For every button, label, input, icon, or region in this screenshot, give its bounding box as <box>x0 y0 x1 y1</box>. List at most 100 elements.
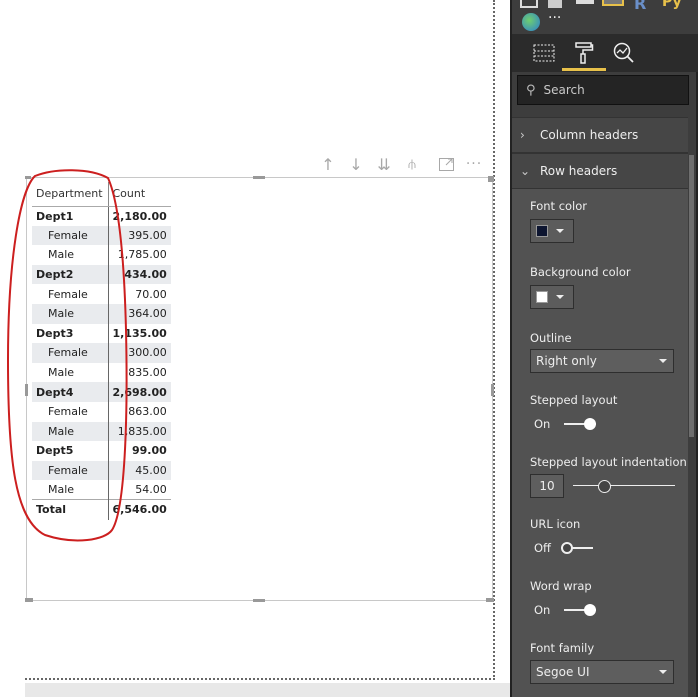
outline-dropdown[interactable]: Right only <box>530 349 674 373</box>
resize-handle[interactable] <box>25 598 33 602</box>
font-family-label: Font family <box>530 641 595 655</box>
row-header-cell: Female <box>32 401 109 422</box>
chevron-down-icon <box>659 359 667 363</box>
format-search-box[interactable]: ⚲ <box>517 75 689 105</box>
outline-label: Outline <box>530 331 572 345</box>
row-header-cell: Male <box>32 480 109 500</box>
gender-row[interactable]: Male 1,835.00 <box>32 421 171 442</box>
row-header-cell: Male <box>32 245 109 265</box>
section-label: Column headers <box>540 128 639 142</box>
font-family-dropdown[interactable]: Segoe UI <box>530 660 674 684</box>
total-value: 6,546.00 <box>108 499 171 520</box>
url-icon-toggle[interactable]: Off <box>534 541 593 555</box>
gender-row[interactable]: Female 70.00 <box>32 284 171 304</box>
drill-up-icon[interactable]: ↑ <box>318 154 338 174</box>
resize-handle[interactable] <box>253 176 265 179</box>
report-canvas: ↑ ↓ ⇊ ⫛ ··· Department Count Dept1 2,180.… <box>0 0 630 697</box>
search-icon: ⚲ <box>526 82 536 98</box>
visual-type-icon[interactable] <box>520 0 538 8</box>
department-row[interactable]: Dept4 2,698.00 <box>32 382 171 402</box>
matrix-visual-type-icon[interactable] <box>602 0 624 6</box>
globe-map-icon[interactable] <box>522 13 540 31</box>
row-header-cell: Dept5 <box>32 441 109 461</box>
page-boundary <box>493 0 495 680</box>
resize-handle[interactable] <box>486 598 494 602</box>
background-color-label: Background color <box>530 265 631 279</box>
value-cell: 434.00 <box>108 264 171 285</box>
indentation-input[interactable]: 10 <box>530 474 564 498</box>
word-wrap-toggle[interactable]: On <box>534 603 597 617</box>
analytics-tab[interactable] <box>606 40 642 66</box>
background-color-picker[interactable] <box>530 285 574 309</box>
stepped-layout-toggle[interactable]: On <box>534 417 597 431</box>
column-header-department[interactable]: Department <box>32 182 109 207</box>
total-row: Total 6,546.00 <box>32 499 171 520</box>
department-row[interactable]: Dept1 2,180.00 <box>32 206 171 226</box>
slider-handle[interactable] <box>597 480 611 493</box>
resize-handle[interactable] <box>491 384 494 396</box>
resize-handle[interactable] <box>253 599 265 602</box>
visual-type-icon[interactable] <box>548 0 562 8</box>
resize-handle[interactable] <box>488 176 494 182</box>
gender-row[interactable]: Male 835.00 <box>32 362 171 383</box>
toggle-state: Off <box>534 541 551 555</box>
row-header-cell: Female <box>32 284 109 304</box>
gender-row[interactable]: Male 54.00 <box>32 480 171 500</box>
header-row: Department Count <box>32 182 171 207</box>
department-row[interactable]: Dept2 434.00 <box>32 264 171 285</box>
gender-row[interactable]: Female 863.00 <box>32 401 171 422</box>
row-header-cell: Female <box>32 460 109 481</box>
r-visual-icon[interactable]: R <box>634 0 652 13</box>
department-row[interactable]: Dept3 1,135.00 <box>32 323 171 344</box>
gender-row[interactable]: Male 1,785.00 <box>32 245 171 265</box>
gender-row[interactable]: Male 364.00 <box>32 303 171 324</box>
row-header-cell: Female <box>32 343 109 363</box>
pane-scrollbar[interactable] <box>689 155 694 437</box>
column-header-count[interactable]: Count <box>108 182 171 207</box>
indentation-slider[interactable] <box>573 480 675 493</box>
word-wrap-label: Word wrap <box>530 579 592 593</box>
drill-down-icon[interactable]: ↓ <box>346 154 366 174</box>
row-header-cell: Dept3 <box>32 323 109 344</box>
toggle-state: On <box>534 417 551 431</box>
focus-mode-icon[interactable] <box>436 154 456 174</box>
section-row-headers[interactable]: ⌄ Row headers <box>512 153 688 189</box>
fields-icon <box>533 44 555 62</box>
search-input[interactable] <box>543 83 664 97</box>
row-header-cell: Male <box>32 362 109 383</box>
font-color-picker[interactable] <box>530 219 574 243</box>
stepped-indentation-label: Stepped layout indentation <box>530 455 687 469</box>
toggle-switch[interactable] <box>560 542 593 554</box>
background-color-swatch <box>536 291 548 303</box>
more-options-icon[interactable]: ··· <box>464 154 484 174</box>
gender-row[interactable]: Female 45.00 <box>32 460 171 481</box>
page-boundary <box>25 678 495 680</box>
go-to-next-level-icon[interactable]: ⇊ <box>374 154 394 174</box>
chevron-down-icon <box>556 229 564 233</box>
more-visuals-icon[interactable]: ··· <box>548 10 572 26</box>
pane-tabs <box>512 34 698 72</box>
toggle-switch[interactable] <box>564 418 597 430</box>
visual-type-icon[interactable] <box>576 0 594 4</box>
resize-handle[interactable] <box>25 176 31 179</box>
value-cell: 300.00 <box>108 343 171 363</box>
font-color-label: Font color <box>530 199 588 213</box>
url-icon-label: URL icon <box>530 517 581 531</box>
visual-type-gallery: R Py ··· <box>512 0 698 34</box>
fields-tab[interactable] <box>526 40 562 66</box>
expand-hierarchy-icon[interactable]: ⫛ <box>402 154 422 174</box>
section-column-headers[interactable]: › Column headers <box>512 117 688 153</box>
python-visual-icon[interactable]: Py <box>662 0 682 10</box>
gender-row[interactable]: Female 395.00 <box>32 225 171 246</box>
value-cell: 2,180.00 <box>112 209 167 223</box>
row-header-cell: Male <box>32 421 109 442</box>
format-tab[interactable] <box>562 40 606 71</box>
value-cell: 395.00 <box>108 225 171 246</box>
resize-handle[interactable] <box>25 384 28 396</box>
row-headers-settings: Font color Background color Outline Righ… <box>512 189 688 697</box>
value-cell: 45.00 <box>108 460 171 481</box>
toggle-switch[interactable] <box>564 604 597 616</box>
gender-row[interactable]: Female 300.00 <box>32 343 171 363</box>
department-row[interactable]: Dept5 99.00 <box>32 441 171 461</box>
value-cell: 2,698.00 <box>108 382 171 402</box>
